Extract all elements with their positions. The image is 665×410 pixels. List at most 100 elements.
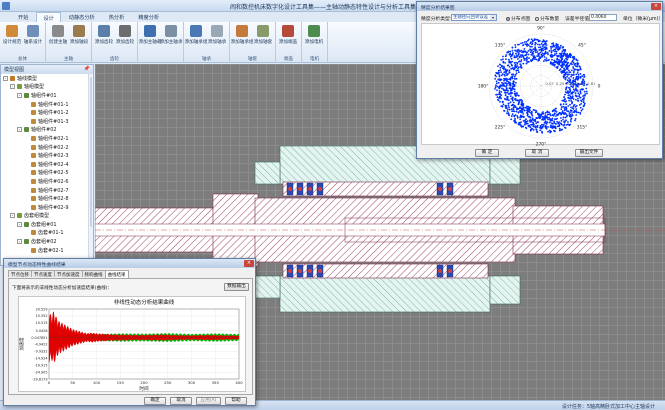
tree-expander-icon[interactable]: - bbox=[17, 127, 22, 133]
tree-expander-icon[interactable]: - bbox=[10, 84, 15, 90]
radio-count[interactable]: 分布数量 bbox=[535, 15, 559, 22]
tree-expander-icon[interactable]: - bbox=[17, 92, 22, 98]
bearing-add-icon bbox=[211, 25, 223, 37]
subtab-frequency-response[interactable]: 频响曲线 bbox=[81, 270, 106, 278]
ribbon-button-0-0[interactable]: 设计规范 bbox=[2, 24, 22, 45]
tree-item[interactable]: - 轴组件#01 bbox=[1, 91, 93, 100]
data-export-button[interactable]: 数据输出 bbox=[224, 283, 249, 291]
ribbon-button-4-1[interactable]: 添加轴承 bbox=[207, 24, 227, 45]
tree-item[interactable]: 轴组件#02-9 bbox=[1, 203, 93, 212]
tree-item[interactable]: 轴组件#02-3 bbox=[1, 151, 93, 160]
dialog-close-button[interactable]: × bbox=[244, 260, 254, 267]
apply-button[interactable]: 应用(A) bbox=[196, 397, 221, 405]
scatter-point bbox=[547, 118, 549, 121]
scatter-point bbox=[517, 71, 520, 74]
tab-thermal-analysis[interactable]: 热分析 bbox=[103, 12, 131, 22]
scatter-point bbox=[554, 130, 556, 133]
subtab-curve-result[interactable]: 曲线结果 bbox=[104, 270, 129, 278]
tree-item[interactable]: - 轴组模型 bbox=[1, 83, 93, 92]
ok-button[interactable]: 确 定 bbox=[475, 149, 499, 157]
radio-distribution[interactable]: 分布点图 bbox=[506, 15, 530, 22]
polar-angle-label: 180° bbox=[478, 84, 489, 90]
radio-distribution-dot[interactable] bbox=[506, 16, 510, 21]
tree-item[interactable]: - 轴线模型 bbox=[1, 74, 93, 83]
scatter-point bbox=[568, 71, 571, 73]
tree-item[interactable]: 轴组件#02-5 bbox=[1, 169, 93, 178]
tree-item[interactable]: 齿套#02-1 bbox=[1, 246, 93, 255]
ribbon-button-7-0[interactable]: 添加电机 bbox=[304, 24, 324, 45]
pin-icon[interactable]: 📌 bbox=[84, 66, 90, 72]
scatter-point bbox=[555, 52, 558, 55]
scatter-point bbox=[506, 112, 508, 115]
tree-scrollbar[interactable] bbox=[88, 74, 93, 265]
scatter-point bbox=[570, 117, 573, 120]
subtab-node-displacement[interactable]: 节点位移 bbox=[8, 270, 32, 278]
tree-item[interactable]: 轴组件#02-4 bbox=[1, 160, 93, 169]
tree-item[interactable]: 齿套#01-1 bbox=[1, 229, 93, 238]
ribbon-button-0-1[interactable]: 轴系设计 bbox=[23, 24, 43, 45]
tree-item[interactable]: 轴组件#01-3 bbox=[1, 117, 93, 126]
radio-count-dot[interactable] bbox=[535, 16, 539, 21]
polar-angle-label: 45° bbox=[578, 42, 586, 48]
tree-item[interactable]: 轴组件#02-2 bbox=[1, 143, 93, 152]
ribbon-button-1-1[interactable]: 添加轴段 bbox=[69, 24, 89, 45]
ribbon-button-4-0[interactable]: 添加轴承组 bbox=[185, 24, 208, 45]
tab-design[interactable]: 设计 bbox=[36, 12, 61, 22]
cancel-button[interactable]: 取 消 bbox=[525, 149, 549, 157]
chevron-down-icon[interactable]: ▾ bbox=[490, 15, 496, 20]
ribbon-button-2-1[interactable]: 添加齿轮 bbox=[115, 24, 135, 45]
ribbon-button-2-0[interactable]: 添加齿轮 bbox=[94, 24, 114, 45]
housing-lower bbox=[279, 275, 491, 313]
subtab-node-velocity[interactable]: 节点速度 bbox=[31, 270, 55, 278]
scatter-point bbox=[580, 103, 583, 105]
dialog-close-button[interactable]: × bbox=[651, 3, 661, 10]
ribbon-button-5-0[interactable]: 添加轴承组 bbox=[231, 24, 254, 45]
tab-start[interactable]: 开始 bbox=[12, 12, 34, 22]
subtab-node-acceleration[interactable]: 节点加速度 bbox=[54, 270, 83, 278]
tree-expander-icon[interactable]: - bbox=[17, 239, 22, 245]
scatter-point bbox=[500, 91, 503, 93]
tab-precision-analysis[interactable]: 精度分析 bbox=[132, 12, 165, 22]
scatter-point bbox=[530, 38, 533, 41]
tree-item[interactable]: 轴组件#02-7 bbox=[1, 186, 93, 195]
precision-result-dialog: 精度分析结果图 × 精度分析类型： 主轴径向回转误差 ▾ 分布点图 分布数量 误… bbox=[416, 1, 663, 159]
scatter-point bbox=[562, 48, 565, 51]
scatter-point bbox=[503, 79, 505, 82]
analysis-type-select[interactable]: 主轴径向回转误差 ▾ bbox=[451, 14, 497, 21]
component-icon bbox=[17, 84, 22, 90]
cancel-button[interactable]: 取消 bbox=[170, 397, 192, 405]
tree-item[interactable]: 轴组件#01-2 bbox=[1, 108, 93, 117]
tree-item[interactable]: 轴组件#02-1 bbox=[1, 134, 93, 143]
component-icon bbox=[10, 75, 15, 81]
error-radius-input[interactable]: 0.4060 bbox=[589, 14, 617, 21]
tree-item[interactable]: - 齿套组#01 bbox=[1, 220, 93, 229]
scrollbar-thumb[interactable] bbox=[90, 77, 92, 227]
tree-expander-icon[interactable]: - bbox=[17, 221, 22, 227]
tree-item[interactable]: 轴组件#02-8 bbox=[1, 194, 93, 203]
tree-expander-icon[interactable]: - bbox=[3, 75, 8, 81]
scatter-point bbox=[513, 110, 516, 113]
ribbon-button-1-0[interactable]: 创建主轴 bbox=[48, 24, 68, 45]
tree-item[interactable]: - 轴组件#02 bbox=[1, 126, 93, 135]
scatter-point bbox=[532, 48, 535, 50]
ribbon-button-5-1[interactable]: 添加轴套 bbox=[253, 24, 273, 45]
tree-item[interactable]: 轴组件#02-6 bbox=[1, 177, 93, 186]
tab-dynamic-analysis[interactable]: 动静态分析 bbox=[63, 12, 101, 22]
export-file-button[interactable]: 输出文件 bbox=[575, 149, 603, 157]
ribbon-button-3-1[interactable]: 添加主轴承 bbox=[160, 24, 183, 45]
scatter-point bbox=[567, 121, 569, 123]
help-button[interactable]: 帮助 bbox=[225, 397, 247, 405]
tree-item[interactable]: 轴组件#01-1 bbox=[1, 100, 93, 109]
scatter-point bbox=[533, 119, 536, 121]
polar-angle-label: 135° bbox=[495, 42, 506, 48]
app-icon[interactable] bbox=[2, 2, 10, 10]
ribbon-button-6-0[interactable]: 添加端盖 bbox=[278, 24, 298, 45]
dialog-title-text: 精度分析结果图 bbox=[421, 6, 455, 11]
scatter-point bbox=[544, 120, 547, 123]
tree-item[interactable]: - 齿套组模型 bbox=[1, 212, 93, 221]
tree-item[interactable]: - 齿套组#02 bbox=[1, 237, 93, 246]
y-tick-label: 10.515 bbox=[36, 321, 48, 325]
tree-expander-icon[interactable]: - bbox=[10, 213, 15, 219]
ribbon-button-3-0[interactable]: 添加主轴载 bbox=[139, 24, 162, 45]
ok-button[interactable]: 确定 bbox=[144, 397, 166, 405]
